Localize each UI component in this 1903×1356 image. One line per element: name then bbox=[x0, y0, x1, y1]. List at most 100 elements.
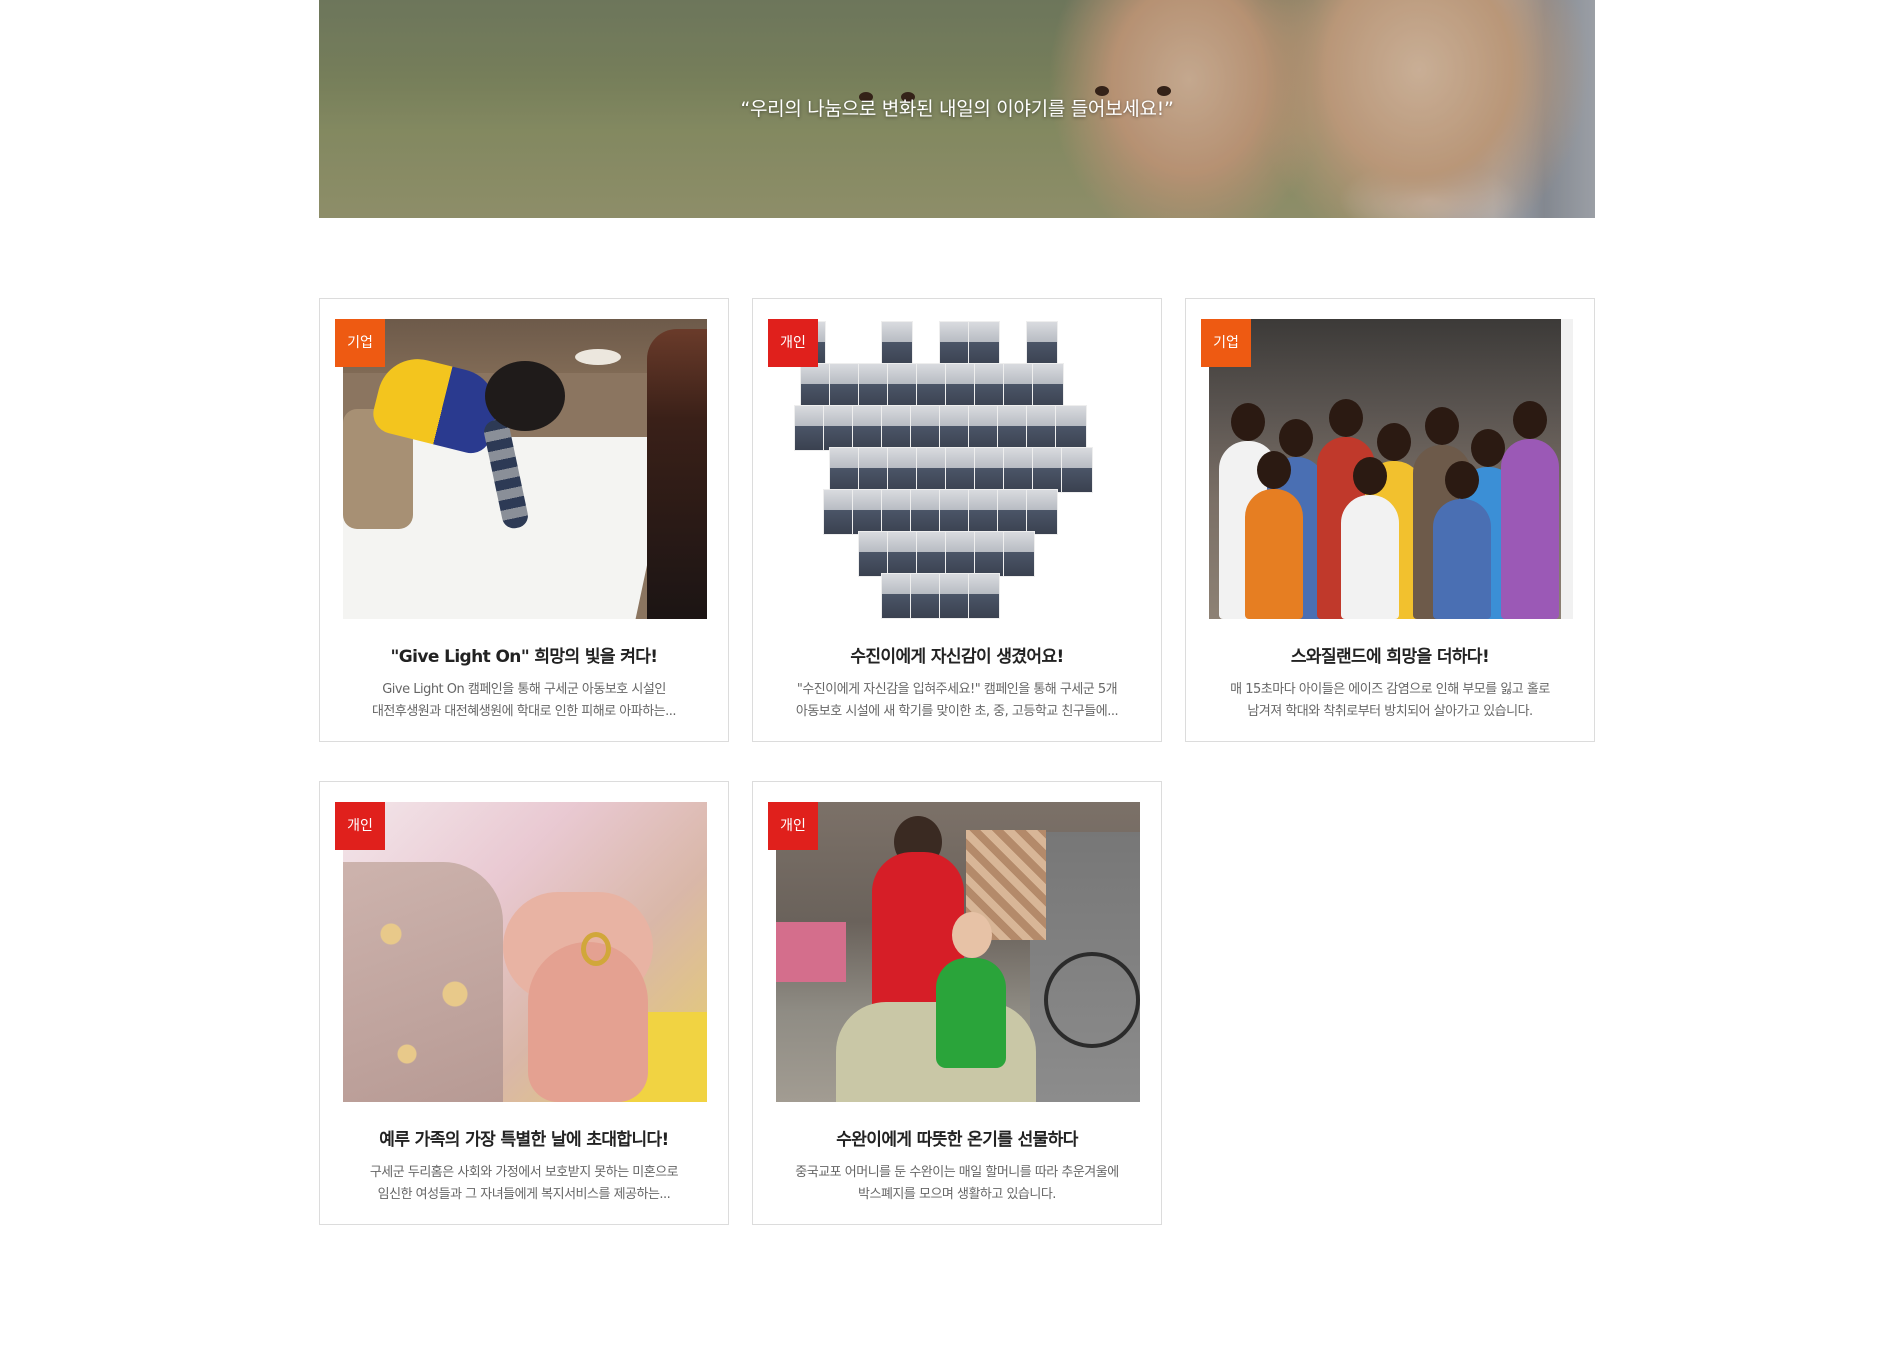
story-description: 매 15초마다 아이들은 에이즈 감염으로 인해 부모를 잃고 홀로 남겨져 학… bbox=[1208, 679, 1572, 723]
collage-photo bbox=[881, 573, 913, 619]
collage-photo bbox=[939, 573, 971, 619]
collage-photo bbox=[974, 363, 1006, 409]
story-title[interactable]: 수진이에게 자신감이 생겼어요! bbox=[753, 642, 1161, 667]
story-title[interactable]: 예루 가족의 가장 특별한 날에 초대합니다! bbox=[320, 1125, 728, 1150]
story-description-line: 임신한 여성들과 그 자녀들에게 복지서비스를 제공하는... bbox=[377, 1187, 671, 1202]
story-description-line: 구세군 두리홈은 사회와 가정에서 보호받지 못하는 미혼으로 bbox=[369, 1165, 679, 1180]
category-badge: 기업 bbox=[1201, 319, 1251, 367]
collage-photo bbox=[968, 489, 1000, 535]
collage-photo bbox=[974, 447, 1006, 493]
story-description-line: Give Light On 캠페인을 통해 구세군 아동보호 시설인 bbox=[382, 682, 666, 697]
collage-photo bbox=[1055, 405, 1087, 451]
collage-photo bbox=[887, 363, 919, 409]
collage-photo bbox=[945, 531, 977, 577]
collage-photo bbox=[910, 573, 942, 619]
collage-photo bbox=[887, 447, 919, 493]
collage-photo bbox=[916, 363, 948, 409]
collage-photo bbox=[1026, 405, 1058, 451]
category-badge: 기업 bbox=[335, 319, 385, 367]
story-description-line: 아동보호 시설에 새 학기를 맞이한 초, 중, 고등학교 친구들에... bbox=[795, 704, 1119, 719]
story-thumbnail[interactable] bbox=[343, 802, 707, 1102]
story-card[interactable]: 개인 예루 가족의 가장 특별한 날에 초대합니다! 구세군 두리홈은 사회와 … bbox=[319, 781, 729, 1225]
photo-green-coat bbox=[936, 958, 1006, 1068]
collage-photo bbox=[881, 405, 913, 451]
story-card[interactable]: 개인 수진이에게 자신감이 생겼어요! "수진이에게 자신감을 입혀주세요!" … bbox=[752, 298, 1162, 742]
photo-child-face bbox=[1257, 451, 1291, 489]
collage-photo bbox=[823, 405, 855, 451]
collage-photo bbox=[1032, 363, 1064, 409]
collage-photo bbox=[910, 489, 942, 535]
story-description: "수진이에게 자신감을 입혀주세요!" 캠페인을 통해 구세군 5개 아동보호 … bbox=[775, 679, 1139, 723]
collage-photo bbox=[1003, 363, 1035, 409]
story-thumbnail[interactable] bbox=[343, 319, 707, 619]
photo-child-face bbox=[1513, 401, 1547, 439]
story-title[interactable]: "Give Light On" 희망의 빛을 켜다! bbox=[320, 642, 728, 667]
photo-child-face bbox=[1279, 419, 1313, 457]
photo-child-face bbox=[1471, 429, 1505, 467]
collage-photo bbox=[997, 405, 1029, 451]
photo-child bbox=[1501, 439, 1559, 619]
story-description: 중국교포 어머니를 둔 수완이는 매일 할머니를 따라 추운겨울에 박스폐지를 … bbox=[775, 1162, 1139, 1206]
hero-banner: “우리의 나눔으로 변화된 내일의 이야기를 들어보세요!” bbox=[319, 0, 1595, 218]
photo-ring bbox=[581, 932, 611, 966]
collage-photo bbox=[939, 405, 971, 451]
collage-photo bbox=[829, 363, 861, 409]
collage-photo bbox=[910, 405, 942, 451]
photo-child-head bbox=[952, 912, 992, 958]
collage-photo bbox=[997, 489, 1029, 535]
collage-photo bbox=[858, 447, 890, 493]
story-thumbnail[interactable] bbox=[776, 319, 1140, 619]
photo-child-face bbox=[1445, 461, 1479, 499]
collage-photo bbox=[939, 321, 971, 367]
hero-quote: “우리의 나눔으로 변화된 내일의 이야기를 들어보세요!” bbox=[740, 98, 1174, 120]
story-description-line: 매 15초마다 아이들은 에이즈 감염으로 인해 부모를 잃고 홀로 bbox=[1230, 682, 1550, 697]
story-description-line: 대전후생원과 대전혜생원에 학대로 인한 피해로 아파하는... bbox=[371, 704, 677, 719]
story-title[interactable]: 스와질랜드에 희망을 더하다! bbox=[1186, 642, 1594, 667]
category-badge: 개인 bbox=[335, 802, 385, 850]
story-description-line: "수진이에게 자신감을 입혀주세요!" 캠페인을 통해 구세군 5개 bbox=[796, 682, 1118, 697]
story-thumbnail[interactable] bbox=[776, 802, 1140, 1102]
collage-photo bbox=[887, 531, 919, 577]
collage-photo bbox=[945, 447, 977, 493]
story-title[interactable]: 수완이에게 따뜻한 온기를 선물하다 bbox=[753, 1125, 1161, 1150]
collage-photo bbox=[881, 321, 913, 367]
photo-adult-hand bbox=[528, 942, 648, 1102]
collage-photo bbox=[1003, 447, 1035, 493]
photo-child-face bbox=[1353, 457, 1387, 495]
collage-photo bbox=[858, 363, 890, 409]
story-thumbnail[interactable] bbox=[1209, 319, 1573, 619]
collage-photo bbox=[1026, 321, 1058, 367]
photo-pink-bag bbox=[776, 922, 846, 982]
story-description-line: 남겨져 학대와 착취로부터 방치되어 살아가고 있습니다. bbox=[1247, 704, 1533, 719]
story-card[interactable]: 개인 수완이에게 따뜻한 온기를 선물하다 중국교포 어머니를 둔 수완이는 매… bbox=[752, 781, 1162, 1225]
photo-child-face bbox=[1231, 403, 1265, 441]
collage-photo bbox=[800, 363, 832, 409]
collage-photo bbox=[1032, 447, 1064, 493]
collage-photo bbox=[881, 489, 913, 535]
collage-photo bbox=[945, 363, 977, 409]
collage-photo bbox=[852, 405, 884, 451]
page: “우리의 나눔으로 변화된 내일의 이야기를 들어보세요!” 기업 "Give … bbox=[0, 0, 1903, 1356]
photo-wall bbox=[1561, 319, 1573, 619]
collage-photo bbox=[974, 531, 1006, 577]
photo-child-face bbox=[1425, 407, 1459, 445]
photo-child bbox=[1341, 495, 1399, 619]
category-badge: 개인 bbox=[768, 319, 818, 367]
collage-photo bbox=[916, 531, 948, 577]
photo-child-face bbox=[1329, 399, 1363, 437]
collage-photo bbox=[968, 405, 1000, 451]
story-description: 구세군 두리홈은 사회와 가정에서 보호받지 못하는 미혼으로 임신한 여성들과… bbox=[342, 1162, 706, 1206]
collage-photo bbox=[823, 489, 855, 535]
photo-patterned-cloth bbox=[343, 862, 503, 1102]
photo-child bbox=[1245, 489, 1303, 619]
story-description-line: 박스폐지를 모으며 생활하고 있습니다. bbox=[858, 1187, 1056, 1202]
photo-child bbox=[1433, 499, 1491, 619]
collage-photo bbox=[852, 489, 884, 535]
photo-bicycle bbox=[1044, 952, 1140, 1048]
photo-head bbox=[485, 361, 565, 431]
collage-photo bbox=[916, 447, 948, 493]
photo-person bbox=[647, 329, 707, 619]
collage-photo bbox=[1061, 447, 1093, 493]
story-card[interactable]: 기업 스와질랜드에 희망을 더하다! 매 15초마다 아이들은 에이즈 감염으로… bbox=[1185, 298, 1595, 742]
story-card[interactable]: 기업 "Give Light On" 희망의 빛을 켜다! Give Light… bbox=[319, 298, 729, 742]
